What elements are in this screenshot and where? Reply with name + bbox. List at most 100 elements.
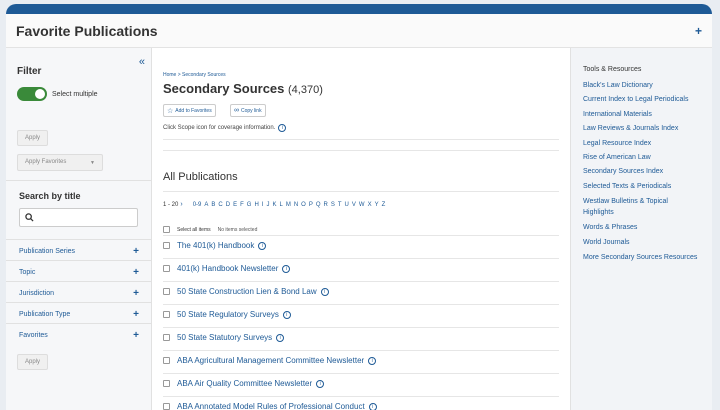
publication-link[interactable]: 401(k) Handbook Newsletter: [177, 264, 278, 273]
tool-link[interactable]: Law Reviews & Journals Index: [583, 122, 700, 136]
tools-panel: Tools & Resources Black's Law Dictionary…: [570, 48, 712, 410]
result-count: (4,370): [288, 84, 323, 96]
tools-title: Tools & Resources: [583, 66, 642, 73]
copy-link-button[interactable]: ∞ Copy link: [230, 104, 266, 117]
divider: [163, 139, 559, 140]
row-checkbox[interactable]: [163, 311, 170, 318]
row-checkbox[interactable]: [163, 380, 170, 387]
row-checkbox[interactable]: [163, 334, 170, 341]
letter-link-0-9[interactable]: 0-9: [193, 202, 202, 208]
letter-link-p[interactable]: P: [309, 202, 313, 208]
divider: [163, 350, 559, 351]
select-all-checkbox[interactable]: [163, 226, 170, 233]
scope-note-text: Click Scope icon for coverage informatio…: [163, 125, 276, 131]
section-title: Secondary Sources (4,370): [163, 81, 323, 96]
letter-link-n[interactable]: N: [294, 202, 298, 208]
letter-link-d[interactable]: D: [226, 202, 230, 208]
info-icon[interactable]: i: [316, 379, 325, 388]
tool-link[interactable]: Selected Texts & Periodicals: [583, 180, 700, 194]
letter-link-e[interactable]: E: [233, 202, 237, 208]
tool-link[interactable]: More Secondary Sources Resources: [583, 252, 700, 263]
tool-link[interactable]: International Materials: [583, 108, 700, 122]
info-icon[interactable]: i: [320, 287, 329, 296]
letter-links: 0-9 A B C D E F G H I J K L M N O P Q R S T U V W X Y Z: [193, 202, 389, 208]
letter-link-a[interactable]: A: [204, 202, 208, 208]
letter-link-m[interactable]: M: [286, 202, 291, 208]
divider: [163, 235, 559, 236]
publication-link[interactable]: The 401(k) Handbook: [177, 241, 254, 250]
letter-link-z[interactable]: Z: [382, 202, 386, 208]
letter-link-b[interactable]: B: [211, 202, 215, 208]
divider: [163, 327, 559, 328]
publication-link[interactable]: ABA Air Quality Committee Newsletter: [177, 379, 312, 388]
publication-link[interactable]: 50 State Regulatory Surveys: [177, 310, 279, 319]
letter-link-t[interactable]: T: [338, 202, 342, 208]
info-icon[interactable]: i: [282, 264, 291, 273]
letter-link-u[interactable]: U: [345, 202, 349, 208]
star-icon: ☆: [167, 107, 174, 115]
letter-link-v[interactable]: V: [352, 202, 356, 208]
letter-link-j[interactable]: J: [266, 202, 269, 208]
divider: [163, 373, 559, 374]
letter-link-w[interactable]: W: [359, 202, 365, 208]
section-title-text: Secondary Sources: [163, 81, 285, 96]
list-item: 50 State Statutory Surveys i: [163, 333, 285, 342]
select-all-label: Select all items: [177, 226, 211, 233]
divider: [163, 396, 559, 397]
info-icon[interactable]: i: [368, 402, 377, 410]
row-checkbox[interactable]: [163, 357, 170, 364]
letter-link-h[interactable]: H: [254, 202, 258, 208]
next-page-icon[interactable]: ›: [180, 201, 182, 208]
letter-link-o[interactable]: O: [301, 202, 306, 208]
letter-link-k[interactable]: K: [272, 202, 276, 208]
letter-link-q[interactable]: Q: [316, 202, 321, 208]
app-window: Favorite Publications + Filter « Select …: [6, 4, 712, 410]
publication-link[interactable]: ABA Agricultural Management Committee Ne…: [177, 356, 364, 365]
tool-link[interactable]: Words & Phrases: [583, 221, 700, 235]
tool-link[interactable]: Secondary Sources Index: [583, 165, 700, 179]
row-checkbox[interactable]: [163, 265, 170, 272]
letter-link-x[interactable]: X: [368, 202, 372, 208]
breadcrumb[interactable]: Home > Secondary Sources: [163, 72, 226, 78]
divider: [163, 150, 559, 151]
letter-link-r[interactable]: R: [324, 202, 328, 208]
add-to-favorites-button[interactable]: ☆ Add to Favorites: [163, 104, 216, 117]
divider: [163, 304, 559, 305]
scope-note: Click Scope icon for coverage informatio…: [163, 124, 287, 132]
publication-link[interactable]: ABA Annotated Model Rules of Professiona…: [177, 402, 365, 410]
list-item: The 401(k) Handbook i: [163, 241, 267, 250]
letter-link-s[interactable]: S: [331, 202, 335, 208]
link-icon: ∞: [234, 107, 239, 114]
tool-link[interactable]: World Journals: [583, 236, 700, 250]
info-icon[interactable]: i: [278, 124, 287, 132]
publication-link[interactable]: 50 State Statutory Surveys: [177, 333, 272, 342]
add-icon[interactable]: +: [695, 24, 702, 38]
letter-link-y[interactable]: Y: [375, 202, 379, 208]
list-item: ABA Agricultural Management Committee Ne…: [163, 356, 377, 365]
info-icon[interactable]: i: [282, 310, 291, 319]
publication-link[interactable]: 50 State Construction Lien & Bond Law: [177, 287, 317, 296]
info-icon[interactable]: i: [258, 241, 267, 250]
divider: [163, 191, 559, 192]
row-checkbox[interactable]: [163, 288, 170, 295]
letter-link-c[interactable]: C: [218, 202, 222, 208]
page-header: Favorite Publications +: [6, 14, 712, 48]
letter-link-f[interactable]: F: [240, 202, 244, 208]
letter-link-i[interactable]: I: [262, 202, 264, 208]
list-item: 50 State Construction Lien & Bond Law i: [163, 287, 329, 296]
all-publications-heading: All Publications: [163, 171, 238, 183]
letter-link-l[interactable]: L: [279, 202, 282, 208]
tool-link[interactable]: Westlaw Bulletins & Topical Highlights: [583, 196, 700, 218]
info-icon[interactable]: i: [368, 356, 377, 365]
page-title: Favorite Publications: [16, 22, 158, 39]
row-checkbox[interactable]: [163, 242, 170, 249]
tool-link[interactable]: Rise of American Law: [583, 151, 700, 165]
tool-link[interactable]: Black's Law Dictionary: [583, 79, 700, 93]
letter-link-g[interactable]: G: [247, 202, 252, 208]
tool-link[interactable]: Current Index to Legal Periodicals: [583, 93, 700, 107]
tool-link[interactable]: Legal Resource Index: [583, 137, 700, 151]
info-icon[interactable]: i: [276, 333, 285, 342]
add-favorites-label: Add to Favorites: [175, 107, 212, 114]
row-checkbox[interactable]: [163, 403, 170, 410]
page-range: 1 - 20: [163, 202, 179, 208]
